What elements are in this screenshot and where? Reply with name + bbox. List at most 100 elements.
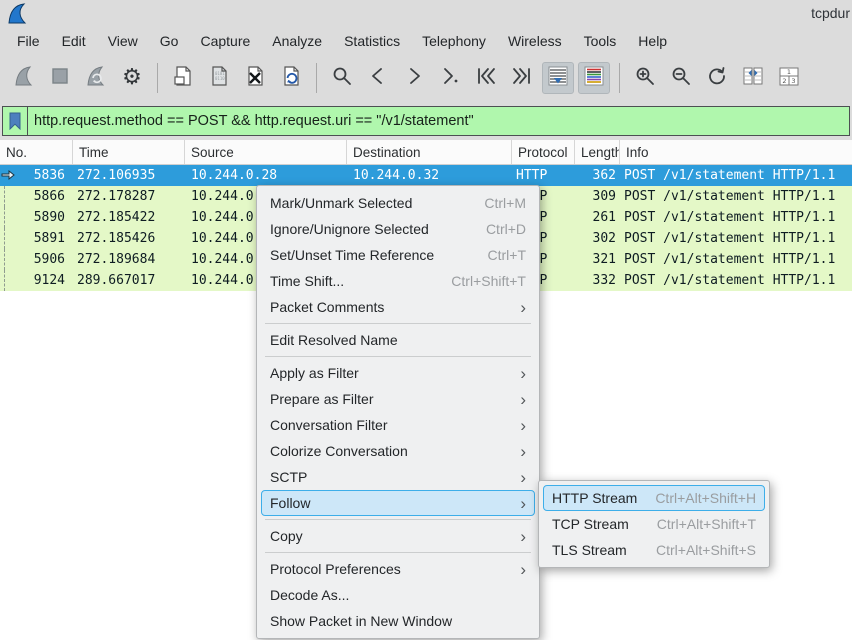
context-menu-item-sctp[interactable]: SCTP›	[261, 464, 535, 490]
context-menu-item-mark-unmark-selected[interactable]: Mark/Unmark SelectedCtrl+M	[261, 190, 535, 216]
context-menu-item-apply-as-filter[interactable]: Apply as Filter›	[261, 360, 535, 386]
start-capture-icon	[13, 65, 35, 92]
context-menu-item-protocol-preferences[interactable]: Protocol Preferences›	[261, 556, 535, 582]
stop-capture-button[interactable]	[44, 62, 76, 94]
menu-item-label: TCP Stream	[552, 516, 629, 532]
zoom-out-icon	[670, 65, 692, 92]
follow-submenu-item-http-stream[interactable]: HTTP StreamCtrl+Alt+Shift+H	[543, 485, 765, 511]
first-packet-button[interactable]	[470, 62, 502, 94]
menu-capture[interactable]: Capture	[189, 30, 261, 52]
follow-submenu-item-tcp-stream[interactable]: TCP StreamCtrl+Alt+Shift+T	[543, 511, 765, 537]
zoom-out-button[interactable]	[665, 62, 697, 94]
submenu-arrow-icon: ›	[502, 469, 526, 486]
close-file-button[interactable]	[239, 62, 271, 94]
display-filter-field[interactable]	[2, 106, 850, 136]
column-header-info[interactable]: Info	[620, 140, 852, 164]
context-menu-item-copy[interactable]: Copy›	[261, 523, 535, 549]
zoom-in-icon	[634, 65, 656, 92]
column-header-time[interactable]: Time	[73, 140, 185, 164]
packet-list-header: No. Time Source Destination Protocol Len…	[0, 140, 852, 165]
column-header-destination[interactable]: Destination	[347, 140, 512, 164]
previous-packet-button[interactable]	[362, 62, 394, 94]
column-header-source[interactable]: Source	[185, 140, 347, 164]
menu-item-label: Protocol Preferences	[270, 561, 401, 577]
last-packet-icon	[511, 65, 533, 92]
display-filter-input[interactable]	[28, 107, 849, 135]
reload-file-icon	[280, 65, 302, 92]
follow-submenu: HTTP StreamCtrl+Alt+Shift+HTCP StreamCtr…	[538, 480, 770, 568]
menu-wireless[interactable]: Wireless	[497, 30, 573, 52]
open-file-button[interactable]	[167, 62, 199, 94]
bookmark-icon[interactable]	[3, 107, 28, 135]
capture-options-icon: ⚙	[122, 67, 142, 89]
cell-length: 261	[575, 210, 620, 225]
menu-analyze[interactable]: Analyze	[261, 30, 333, 52]
context-menu-item-decode-as[interactable]: Decode As...	[261, 582, 535, 608]
start-capture-button[interactable]	[8, 62, 40, 94]
colorize-icon	[583, 65, 605, 92]
wireshark-logo-icon	[5, 2, 29, 26]
packet-row[interactable]: 5836272.10693510.244.0.2810.244.0.32HTTP…	[0, 165, 852, 186]
resize-columns-button[interactable]	[737, 62, 769, 94]
find-packet-button[interactable]	[326, 62, 358, 94]
zoom-reset-button[interactable]	[701, 62, 733, 94]
cell-info: POST /v1/statement HTTP/1.1	[620, 231, 852, 246]
related-packet-dash	[4, 228, 5, 249]
menu-separator	[265, 519, 531, 520]
find-packet-icon	[331, 65, 353, 92]
next-packet-button[interactable]	[398, 62, 430, 94]
zoom-in-button[interactable]	[629, 62, 661, 94]
context-menu-item-time-shift[interactable]: Time Shift...Ctrl+Shift+T	[261, 268, 535, 294]
menu-statistics[interactable]: Statistics	[333, 30, 411, 52]
cell-length: 302	[575, 231, 620, 246]
row-gutter	[0, 270, 28, 291]
save-file-button[interactable]: 01010110	[203, 62, 235, 94]
submenu-arrow-icon: ›	[502, 391, 526, 408]
cell-time: 272.189684	[73, 252, 185, 267]
row-gutter	[0, 165, 28, 186]
context-menu-item-follow[interactable]: Follow›	[261, 490, 535, 516]
reload-file-button[interactable]	[275, 62, 307, 94]
menu-telephony[interactable]: Telephony	[411, 30, 497, 52]
menu-item-label: Follow	[270, 495, 310, 511]
context-menu-item-set-unset-time-reference[interactable]: Set/Unset Time ReferenceCtrl+T	[261, 242, 535, 268]
restart-capture-button[interactable]	[80, 62, 112, 94]
context-menu-item-ignore-unignore-selected[interactable]: Ignore/Unignore SelectedCtrl+D	[261, 216, 535, 242]
context-menu-item-show-packet-in-new-window[interactable]: Show Packet in New Window	[261, 608, 535, 634]
last-packet-button[interactable]	[506, 62, 538, 94]
goto-packet-button[interactable]	[434, 62, 466, 94]
resize-columns-icon	[742, 65, 764, 92]
autoscroll-icon	[547, 65, 569, 92]
context-menu-item-edit-resolved-name[interactable]: Edit Resolved Name	[261, 327, 535, 353]
menu-file[interactable]: File	[6, 30, 51, 52]
column-header-protocol[interactable]: Protocol	[512, 140, 575, 164]
goto-packet-icon	[439, 65, 461, 92]
cell-protocol: HTTP	[512, 168, 575, 183]
menu-item-shortcut: Ctrl+Alt+Shift+S	[638, 542, 756, 558]
menu-view[interactable]: View	[97, 30, 149, 52]
menu-go[interactable]: Go	[149, 30, 190, 52]
column-header-length[interactable]: Length	[575, 140, 620, 164]
cell-length: 332	[575, 273, 620, 288]
menu-help[interactable]: Help	[627, 30, 678, 52]
svg-text:2: 2	[782, 77, 786, 85]
cell-no: 5890	[28, 210, 73, 225]
menu-tools[interactable]: Tools	[573, 30, 628, 52]
autoscroll-button[interactable]	[542, 62, 574, 94]
context-menu-item-packet-comments[interactable]: Packet Comments›	[261, 294, 535, 320]
svg-text:0110: 0110	[215, 76, 225, 81]
column-header-no[interactable]: No.	[0, 140, 73, 164]
cell-info: POST /v1/statement HTTP/1.1	[620, 252, 852, 267]
menu-edit[interactable]: Edit	[51, 30, 97, 52]
colorize-button[interactable]	[578, 62, 610, 94]
follow-submenu-item-tls-stream[interactable]: TLS StreamCtrl+Alt+Shift+S	[543, 537, 765, 563]
context-menu-item-conversation-filter[interactable]: Conversation Filter›	[261, 412, 535, 438]
submenu-arrow-icon: ›	[502, 417, 526, 434]
layout-button[interactable]: 123	[773, 62, 805, 94]
cell-time: 272.106935	[73, 168, 185, 183]
submenu-arrow-icon: ›	[502, 365, 526, 382]
context-menu-item-prepare-as-filter[interactable]: Prepare as Filter ›	[261, 386, 535, 412]
menu-item-label: Prepare as Filter	[270, 391, 373, 407]
capture-options-button[interactable]: ⚙	[116, 62, 148, 94]
context-menu-item-colorize-conversation[interactable]: Colorize Conversation›	[261, 438, 535, 464]
